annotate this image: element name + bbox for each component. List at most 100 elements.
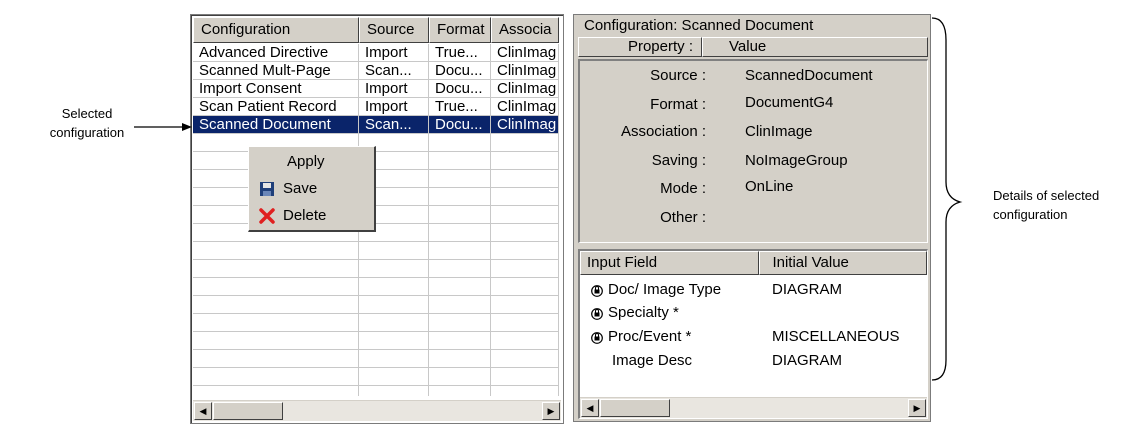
empty-row <box>193 296 561 314</box>
property-label: Mode : <box>660 180 706 197</box>
cell-association: ClinImag <box>491 44 559 62</box>
menu-item-apply[interactable]: Apply <box>249 149 374 175</box>
configuration-title: Configuration: Scanned Document <box>584 17 814 34</box>
column-header-input-field[interactable]: Input Field <box>580 251 760 275</box>
scroll-right-icon[interactable]: ▶ <box>908 399 926 417</box>
input-field-label: Doc/ Image Type <box>608 281 722 298</box>
column-header-configuration[interactable]: Configuration <box>193 17 359 43</box>
cell-association: ClinImag <box>491 98 559 116</box>
cell-configuration: Scanned Mult-Page <box>193 62 359 80</box>
lock-icon <box>591 308 603 320</box>
cell-configuration: Import Consent <box>193 80 359 98</box>
property-label: Source : <box>650 67 706 84</box>
cell-configuration: Advanced Directive <box>193 44 359 62</box>
delete-x-icon <box>259 208 275 224</box>
cell-source: Import <box>359 44 429 62</box>
cell-format: True... <box>429 98 491 116</box>
input-row[interactable]: Image Desc DIAGRAM <box>580 352 927 372</box>
horizontal-scrollbar[interactable]: ◀ ▶ <box>193 400 561 421</box>
cell-association: ClinImag <box>491 116 559 134</box>
empty-row <box>193 260 561 278</box>
cell-format: Docu... <box>429 80 491 98</box>
menu-item-delete[interactable]: Delete <box>249 203 374 229</box>
pointer-arrow-icon <box>134 123 192 131</box>
table-row[interactable]: Scan Patient Record Import True... ClinI… <box>193 98 561 116</box>
lock-icon <box>591 285 603 297</box>
property-header: Property : Value <box>578 37 928 57</box>
property-list: Source : ScannedDocument Format : Docume… <box>578 59 928 243</box>
scroll-left-icon[interactable]: ◀ <box>194 402 212 420</box>
property-label: Association : <box>620 123 706 140</box>
grid-header: Configuration Source Format Associa <box>193 17 561 43</box>
cell-association: ClinImag <box>491 62 559 80</box>
initial-value: DIAGRAM <box>772 352 843 369</box>
column-header-initial-value[interactable]: Initial Value <box>759 251 927 275</box>
column-header-property[interactable]: Property : <box>578 37 702 57</box>
annotation-line: Selected <box>61 106 113 121</box>
table-row[interactable]: Scanned Mult-Page Scan... Docu... ClinIm… <box>193 62 561 80</box>
property-label: Format : <box>650 96 706 113</box>
input-field-label: Proc/Event * <box>608 328 692 345</box>
scroll-thumb[interactable] <box>213 402 283 420</box>
property-value: OnLine <box>745 178 794 195</box>
details-annotation: Details of selected configuration <box>993 186 1129 224</box>
property-value: ClinImage <box>745 123 813 140</box>
input-row[interactable]: Specialty * <box>580 304 927 324</box>
annotation-line: configuration <box>49 125 125 140</box>
empty-row <box>193 350 561 368</box>
menu-item-save[interactable]: Save <box>249 176 374 202</box>
cell-configuration: Scanned Document <box>193 116 359 134</box>
column-header-format[interactable]: Format <box>429 17 491 43</box>
empty-row <box>193 314 561 332</box>
table-row[interactable]: Import Consent Import Docu... ClinImag <box>193 80 561 98</box>
empty-row <box>193 242 561 260</box>
input-header: Input Field Initial Value <box>580 251 927 275</box>
cell-source: Import <box>359 80 429 98</box>
configuration-grid[interactable]: Configuration Source Format Associa Adva… <box>190 14 564 424</box>
cell-source: Scan... <box>359 116 429 134</box>
cell-source: Import <box>359 98 429 116</box>
cell-association: ClinImag <box>491 80 559 98</box>
menu-item-label: Save <box>283 180 318 197</box>
menu-item-label: Delete <box>283 207 327 224</box>
scroll-right-icon[interactable]: ▶ <box>542 402 560 420</box>
menu-item-label: Apply <box>287 153 325 170</box>
scroll-thumb[interactable] <box>600 399 670 417</box>
cell-configuration: Scan Patient Record <box>193 98 359 116</box>
initial-value: MISCELLANEOUS <box>772 328 900 345</box>
scroll-left-icon[interactable]: ◀ <box>581 399 599 417</box>
cell-source: Scan... <box>359 62 429 80</box>
annotation-line: configuration <box>993 207 1068 222</box>
property-label: Other : <box>660 209 706 226</box>
table-row[interactable]: Advanced Directive Import True... ClinIm… <box>193 44 561 62</box>
column-header-association[interactable]: Associa <box>491 17 559 43</box>
context-menu: Apply Save Delete <box>248 146 376 232</box>
details-panel: Configuration: Scanned Document Property… <box>573 14 931 422</box>
input-field-list[interactable]: Input Field Initial Value Doc/ Image Typ… <box>578 249 928 419</box>
input-row[interactable]: Proc/Event * MISCELLANEOUS <box>580 328 927 348</box>
property-value: NoImageGroup <box>745 152 848 169</box>
cell-format: Docu... <box>429 62 491 80</box>
details-bracket-icon <box>931 17 963 381</box>
property-value: DocumentG4 <box>745 94 834 111</box>
initial-value: DIAGRAM <box>772 281 843 298</box>
input-field-label: Specialty * <box>608 304 679 321</box>
table-row-selected[interactable]: Scanned Document Scan... Docu... ClinIma… <box>193 116 561 134</box>
empty-row <box>193 386 561 396</box>
lock-icon <box>591 332 603 344</box>
floppy-disk-icon <box>260 182 274 196</box>
annotation-line: Details of selected <box>993 188 1100 203</box>
horizontal-scrollbar[interactable]: ◀ ▶ <box>580 397 927 418</box>
cell-format: True... <box>429 44 491 62</box>
empty-row <box>193 332 561 350</box>
selected-configuration-annotation: Selected configuration <box>42 104 132 142</box>
cell-format: Docu... <box>429 116 491 134</box>
property-label: Saving : <box>651 152 706 169</box>
input-field-label: Image Desc <box>612 352 693 369</box>
column-header-value[interactable]: Value <box>702 37 928 57</box>
empty-row <box>193 368 561 386</box>
input-row[interactable]: Doc/ Image Type DIAGRAM <box>580 281 927 301</box>
empty-row <box>193 278 561 296</box>
property-value: ScannedDocument <box>745 67 873 84</box>
column-header-source[interactable]: Source <box>359 17 429 43</box>
